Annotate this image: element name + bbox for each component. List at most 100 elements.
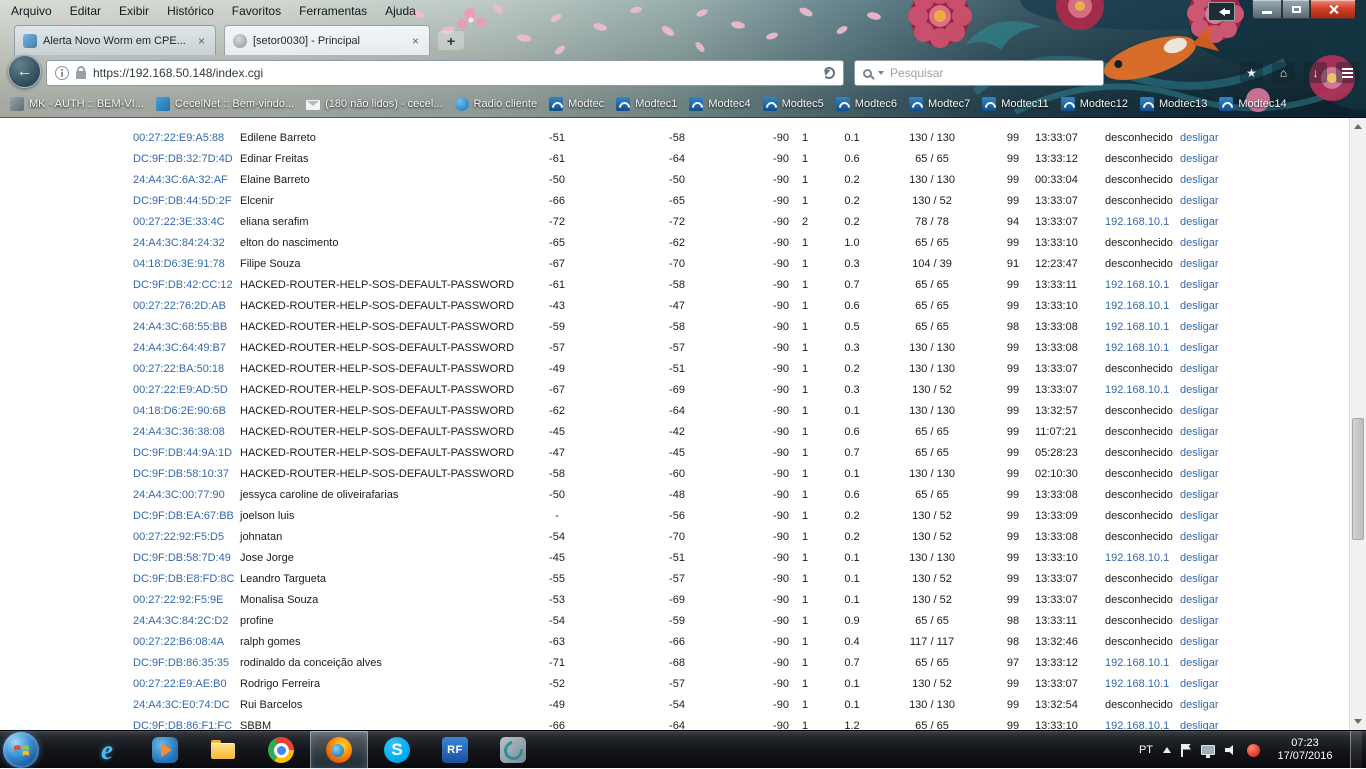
bookmark-modtec12[interactable]: Modtec12 [1055, 94, 1134, 114]
scroll-down-button[interactable] [1350, 713, 1366, 730]
site-info-icon[interactable] [55, 66, 69, 80]
client-mac-link[interactable]: DC:9F:DB:42:CC:12 [133, 279, 233, 291]
last-ip[interactable]: 192.168.10.1 [1105, 216, 1169, 228]
taskbar-chrome-button[interactable] [252, 731, 310, 769]
disconnect-link[interactable]: desligar [1180, 174, 1219, 186]
bookmark-modtec4[interactable]: Modtec4 [683, 94, 756, 114]
tab-close-icon[interactable]: × [410, 35, 421, 47]
bookmark-star-icon[interactable]: ★ [1240, 62, 1263, 83]
scrollbar-thumb[interactable] [1352, 418, 1364, 540]
disconnect-link[interactable]: desligar [1180, 531, 1219, 543]
maximize-button[interactable] [1282, 0, 1310, 19]
menu-histo-rico[interactable]: Histórico [158, 1, 223, 21]
disconnect-link[interactable]: desligar [1180, 195, 1219, 207]
url-bar[interactable]: https://192.168.50.148/index.cgi [46, 60, 844, 86]
taskbar-rf-tool-button[interactable]: RF [426, 731, 484, 769]
bookmark-modtec7[interactable]: Modtec7 [903, 94, 976, 114]
client-mac-link[interactable]: 00:27:22:92:F5:D5 [133, 531, 224, 543]
client-mac-link[interactable]: 00:27:22:BA:50:18 [133, 363, 224, 375]
chevron-down-icon[interactable] [878, 71, 884, 75]
client-mac-link[interactable]: DC:9F:DB:86:35:35 [133, 657, 229, 669]
client-mac-link[interactable]: 24:A4:3C:6A:32:AF [133, 174, 228, 186]
clock[interactable]: 07:23 17/07/2016 [1270, 737, 1340, 763]
client-mac-link[interactable]: 00:27:22:E9:A5:88 [133, 132, 224, 144]
tab-setor0030-principal[interactable]: [setor0030] - Principal × [224, 25, 430, 55]
client-mac-link[interactable]: 00:27:22:E9:AE:B0 [133, 678, 227, 690]
menu-arquivo[interactable]: Arquivo [2, 1, 61, 21]
disconnect-link[interactable]: desligar [1180, 384, 1219, 396]
client-mac-link[interactable]: 24:A4:3C:00:77:90 [133, 489, 225, 501]
disconnect-link[interactable]: desligar [1180, 321, 1219, 333]
reload-icon[interactable] [823, 67, 835, 79]
disconnect-link[interactable]: desligar [1180, 468, 1219, 480]
client-mac-link[interactable]: 00:27:22:76:2D:AB [133, 300, 226, 312]
back-button[interactable]: ← [8, 55, 41, 88]
minimize-button[interactable] [1252, 0, 1282, 19]
downloads-icon[interactable]: ↓ [1304, 62, 1327, 83]
client-mac-link[interactable]: DC:9F:DB:58:7D:49 [133, 552, 231, 564]
client-mac-link[interactable]: 24:A4:3C:84:24:32 [133, 237, 225, 249]
client-mac-link[interactable]: DC:9F:DB:44:5D:2F [133, 195, 231, 207]
search-icon[interactable] [863, 69, 872, 78]
disconnect-link[interactable]: desligar [1180, 720, 1219, 730]
client-mac-link[interactable]: 00:27:22:92:F5:9E [133, 594, 224, 606]
taskbar-skype-button[interactable]: S [368, 731, 426, 769]
start-button[interactable] [3, 732, 39, 768]
disconnect-link[interactable]: desligar [1180, 258, 1219, 270]
volume-icon[interactable] [1225, 744, 1237, 756]
menu-editar[interactable]: Editar [61, 1, 110, 21]
home-icon[interactable]: ⌂ [1272, 62, 1295, 83]
disconnect-link[interactable]: desligar [1180, 636, 1219, 648]
client-mac-link[interactable]: DC:9F:DB:EA:67:BB [133, 510, 234, 522]
bookmark-modtec13[interactable]: Modtec13 [1134, 94, 1213, 114]
bookmark-modtec6[interactable]: Modtec6 [830, 94, 903, 114]
disconnect-link[interactable]: desligar [1180, 426, 1219, 438]
client-mac-link[interactable]: DC:9F:DB:32:7D:4D [133, 153, 233, 165]
last-ip[interactable]: 192.168.10.1 [1105, 279, 1169, 291]
client-mac-link[interactable]: DC:9F:DB:E8:FD:8C [133, 573, 234, 585]
disconnect-link[interactable]: desligar [1180, 447, 1219, 459]
close-button[interactable] [1310, 0, 1356, 19]
bookmark-modtec11[interactable]: Modtec11 [976, 94, 1055, 114]
disconnect-link[interactable]: desligar [1180, 279, 1219, 291]
menu-favoritos[interactable]: Favoritos [223, 1, 290, 21]
bookmark-180-na-o-lidos-cecel[interactable]: (180 não lidos) - cecel... [300, 95, 448, 113]
client-mac-link[interactable]: 04:18:D6:3E:91:78 [133, 258, 225, 270]
disconnect-link[interactable]: desligar [1180, 237, 1219, 249]
taskbar-explorer-folder-button[interactable] [194, 731, 252, 769]
scroll-up-button[interactable] [1350, 118, 1366, 135]
disconnect-link[interactable]: desligar [1180, 216, 1219, 228]
last-ip[interactable]: 192.168.10.1 [1105, 342, 1169, 354]
disconnect-link[interactable]: desligar [1180, 510, 1219, 522]
client-mac-link[interactable]: 24:A4:3C:84:2C:D2 [133, 615, 228, 627]
taskbar-internet-explorer-button[interactable]: e [78, 731, 136, 769]
disconnect-link[interactable]: desligar [1180, 489, 1219, 501]
client-mac-link[interactable]: 24:A4:3C:E0:74:DC [133, 699, 230, 711]
hidden-icons-arrow[interactable] [1163, 747, 1171, 753]
bookmark-modtec5[interactable]: Modtec5 [757, 94, 830, 114]
disconnect-link[interactable]: desligar [1180, 342, 1219, 354]
show-desktop-button[interactable] [1350, 731, 1362, 769]
antivirus-tray-icon[interactable] [1247, 744, 1260, 757]
bookmark-radio-cliente[interactable]: Radio cliente [449, 94, 544, 114]
client-mac-link[interactable]: 00:27:22:B6:08:4A [133, 636, 224, 648]
client-mac-link[interactable]: DC:9F:DB:44:9A:1D [133, 447, 232, 459]
disconnect-link[interactable]: desligar [1180, 300, 1219, 312]
last-ip[interactable]: 192.168.10.1 [1105, 678, 1169, 690]
network-icon[interactable] [1201, 745, 1215, 755]
client-mac-link[interactable]: DC:9F:DB:86:F1:FC [133, 720, 232, 730]
menu-icon[interactable] [1336, 62, 1359, 83]
taskbar-swirl-app-button[interactable] [484, 731, 542, 769]
disconnect-link[interactable]: desligar [1180, 657, 1219, 669]
client-mac-link[interactable]: 00:27:22:3E:33:4C [133, 216, 225, 228]
bookmark-modtec[interactable]: Modtec [543, 94, 610, 114]
client-mac-link[interactable]: DC:9F:DB:58:10:37 [133, 468, 229, 480]
last-ip[interactable]: 192.168.10.1 [1105, 300, 1169, 312]
disconnect-link[interactable]: desligar [1180, 615, 1219, 627]
disconnect-link[interactable]: desligar [1180, 573, 1219, 585]
bookmark-modtec14[interactable]: Modtec14 [1213, 94, 1292, 114]
last-ip[interactable]: 192.168.10.1 [1105, 552, 1169, 564]
disconnect-link[interactable]: desligar [1180, 594, 1219, 606]
scrollbar[interactable] [1349, 118, 1366, 730]
menu-ferramentas[interactable]: Ferramentas [290, 1, 376, 21]
